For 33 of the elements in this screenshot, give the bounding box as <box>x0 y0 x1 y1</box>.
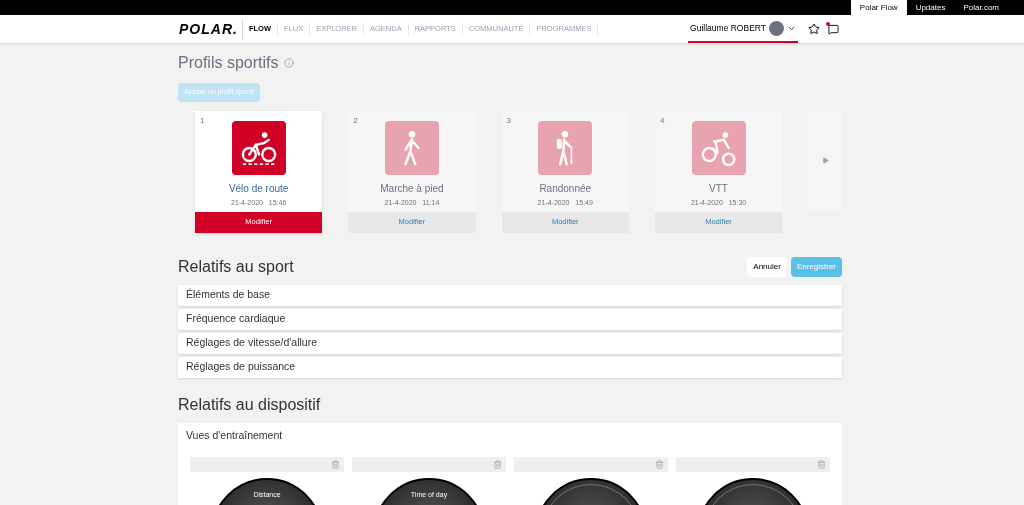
next-arrow-icon <box>821 157 829 164</box>
card-number: 4 <box>659 114 665 127</box>
cancel-button[interactable]: Annuler <box>747 256 787 277</box>
top-link[interactable]: Polar Flow <box>850 0 907 15</box>
logo[interactable]: POLAR. <box>179 18 243 40</box>
section-title: Relatifs au dispositif <box>178 394 322 415</box>
section-title: Relatifs au sport <box>178 256 294 277</box>
delete-icon[interactable] <box>493 460 502 470</box>
profile-name: Vélo de route <box>228 181 289 196</box>
settings-section[interactable]: Réglages de vitesse/d'allure <box>178 332 842 354</box>
card-number: 2 <box>353 114 358 127</box>
profile-name: Randonnée <box>539 181 592 196</box>
settings-section[interactable]: Fréquence cardiaque <box>178 308 842 330</box>
section-title: Profils sportifs <box>178 53 279 73</box>
user-menu[interactable]: Guillaume ROBERT <box>688 15 798 43</box>
star-icon[interactable] <box>808 23 820 35</box>
settings-section[interactable]: Réglages de puissance <box>178 356 842 378</box>
delete-icon[interactable] <box>817 460 826 470</box>
top-link[interactable]: Polar.com <box>954 0 1008 15</box>
delete-icon[interactable] <box>655 460 664 470</box>
avatar-icon <box>769 20 784 36</box>
panel-title: Vues d'entraînement <box>186 427 284 443</box>
next-card[interactable] <box>808 110 842 211</box>
card-number: 3 <box>506 114 512 127</box>
info-icon[interactable] <box>284 58 295 68</box>
message-icon[interactable] <box>828 23 839 35</box>
profile-name: VTT <box>709 181 728 196</box>
profile-name: Marche à pied <box>380 181 444 196</box>
card-number: 1 <box>200 114 205 127</box>
user-name: Guillaume ROBERT <box>690 21 766 35</box>
settings-section[interactable]: Éléments de base <box>178 284 842 306</box>
delete-icon[interactable] <box>331 460 340 470</box>
top-link[interactable]: Updates <box>906 0 955 15</box>
